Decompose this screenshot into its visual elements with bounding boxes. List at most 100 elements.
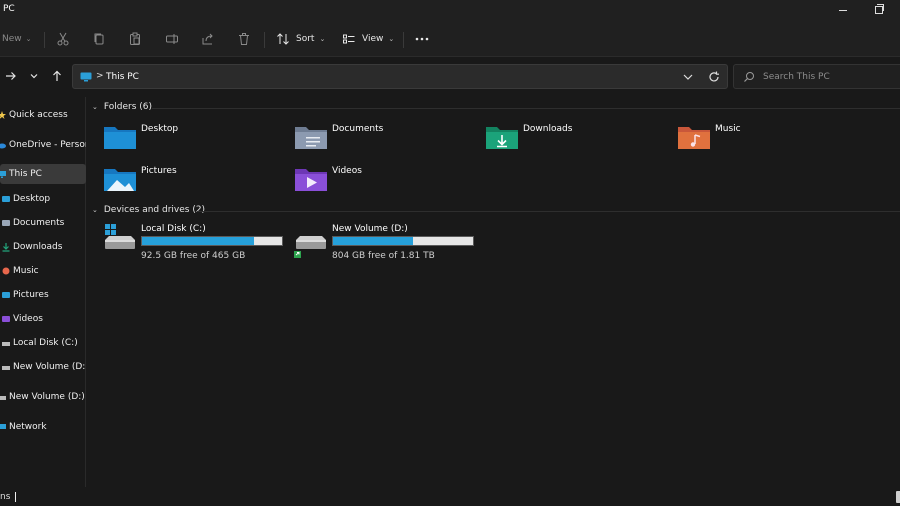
sidebar-item-label: New Volume (D:): [13, 362, 86, 372]
drive-icon: [2, 342, 10, 346]
view-toggle-button[interactable]: [896, 491, 900, 503]
drive-d[interactable]: New Volume (D:) 804 GB free of 1.81 TB: [294, 224, 484, 264]
arrow-right-icon: [6, 72, 16, 80]
new-label: New: [2, 34, 22, 44]
recent-locations-button[interactable]: [27, 68, 41, 84]
desktop-folder-icon: [104, 127, 136, 149]
folder-label: Documents: [332, 124, 384, 134]
sidebar-item-pictures[interactable]: Pictures: [0, 285, 86, 305]
windows-drive-icon: [105, 224, 135, 249]
sidebar-item-documents[interactable]: Documents: [0, 213, 86, 233]
forward-button[interactable]: [4, 68, 18, 84]
desktop-folder-icon: [2, 196, 10, 202]
folder-label: Downloads: [523, 124, 573, 134]
folders-group-header[interactable]: ⌄ Folders (6): [92, 102, 152, 112]
view-button[interactable]: View ⌄: [342, 29, 394, 49]
drive-free-space: 804 GB free of 1.81 TB: [332, 251, 435, 261]
videos-folder-icon: [295, 169, 327, 191]
sidebar-item-desktop[interactable]: Desktop: [0, 189, 86, 209]
chevron-down-icon: ⌄: [319, 35, 326, 43]
rename-button[interactable]: [165, 29, 179, 49]
content-area: ⌄ Folders (6) Desktop Documents Download…: [87, 97, 900, 487]
sidebar-item-label: Desktop: [13, 194, 51, 204]
more-options-button[interactable]: [414, 29, 430, 49]
sidebar-item-label: Quick access: [9, 110, 68, 120]
sort-label: Sort: [296, 34, 315, 44]
drive-icon: [2, 366, 10, 370]
drive-usage-bar: [332, 236, 474, 246]
folder-desktop[interactable]: Desktop: [103, 124, 283, 154]
folder-documents[interactable]: Documents: [294, 124, 474, 154]
sidebar-item-downloads[interactable]: Downloads: [0, 237, 86, 257]
sidebar-item-videos[interactable]: Videos: [0, 309, 86, 329]
chevron-down-icon: ⌄: [388, 35, 395, 43]
cut-button[interactable]: [56, 29, 70, 49]
chevron-down-icon: [30, 74, 38, 79]
sidebar-item-label: Network: [9, 422, 47, 432]
cloud-icon: [0, 143, 6, 149]
sort-icon: [277, 33, 289, 45]
drives-group-header[interactable]: ⌄ Devices and drives (2): [92, 205, 205, 215]
address-dropdown-icon[interactable]: [682, 72, 694, 82]
status-divider: [15, 492, 16, 502]
sidebar-item-quick-access[interactable]: Quick access: [0, 105, 86, 125]
chevron-down-icon: ⌄: [92, 103, 98, 111]
computer-icon: [80, 72, 92, 82]
new-button[interactable]: New ⌄: [2, 29, 32, 49]
paste-button[interactable]: [128, 29, 142, 49]
drive-usage-fill: [333, 237, 413, 245]
group-divider: [197, 211, 900, 212]
delete-button[interactable]: [237, 29, 251, 49]
sidebar-item-new-volume-d-root[interactable]: New Volume (D:): [0, 387, 86, 407]
sort-button[interactable]: Sort ⌄: [276, 29, 325, 49]
search-input[interactable]: Search This PC: [733, 64, 900, 89]
sidebar-item-label: Local Disk (C:): [13, 338, 78, 348]
search-icon: [744, 72, 754, 82]
sidebar-item-label: Music: [13, 266, 39, 276]
minimize-button[interactable]: [836, 3, 850, 17]
chevron-down-icon: ⌄: [25, 35, 32, 43]
sidebar-item-label: Downloads: [13, 242, 63, 252]
folder-pictures[interactable]: Pictures: [103, 166, 283, 196]
folder-label: Music: [715, 124, 741, 134]
sidebar-item-label: Pictures: [13, 290, 49, 300]
documents-folder-icon: [295, 127, 327, 149]
copy-icon: [94, 33, 104, 45]
address-bar[interactable]: > This PC: [72, 64, 728, 89]
toolbar-divider: [403, 32, 404, 48]
drive-icon: [294, 236, 326, 258]
view-label: View: [362, 34, 384, 44]
toolbar-divider: [44, 32, 45, 48]
sidebar-item-label: This PC: [9, 169, 42, 179]
copy-button[interactable]: [92, 29, 106, 49]
up-button[interactable]: [50, 68, 64, 84]
folder-label: Desktop: [141, 124, 179, 134]
breadcrumb-this-pc[interactable]: This PC: [106, 72, 139, 82]
folder-music[interactable]: Music: [677, 124, 857, 154]
drives-group-title: Devices and drives (2): [103, 205, 206, 215]
command-bar: New ⌄ Sort ⌄ View ⌄: [0, 20, 900, 57]
folder-videos[interactable]: Videos: [294, 166, 474, 196]
sidebar-item-local-disk-c[interactable]: Local Disk (C:): [0, 333, 86, 353]
drive-c[interactable]: Local Disk (C:) 92.5 GB free of 465 GB: [103, 224, 293, 264]
refresh-icon[interactable]: [707, 70, 721, 84]
downloads-folder-icon: [2, 243, 10, 252]
sidebar-item-this-pc[interactable]: This PC: [0, 164, 86, 184]
videos-folder-icon: [2, 316, 10, 322]
sidebar-item-new-volume-d[interactable]: New Volume (D:): [0, 357, 86, 377]
cut-icon: [57, 32, 69, 46]
documents-folder-icon: [2, 220, 10, 226]
folder-downloads[interactable]: Downloads: [485, 124, 665, 154]
sidebar-item-network[interactable]: Network: [0, 417, 86, 437]
view-icon: [343, 34, 355, 44]
share-button[interactable]: [201, 29, 215, 49]
sidebar-item-music[interactable]: Music: [0, 261, 86, 281]
folder-label: Pictures: [141, 166, 177, 176]
sidebar-item-label: Videos: [13, 314, 43, 324]
restore-button[interactable]: [871, 3, 885, 17]
arrow-up-icon: [53, 70, 61, 81]
music-folder-icon: [678, 127, 710, 149]
sidebar-item-onedrive[interactable]: OneDrive - Personal: [0, 135, 86, 155]
chevron-down-icon: ⌄: [92, 206, 98, 214]
drive-icon: [0, 396, 6, 400]
